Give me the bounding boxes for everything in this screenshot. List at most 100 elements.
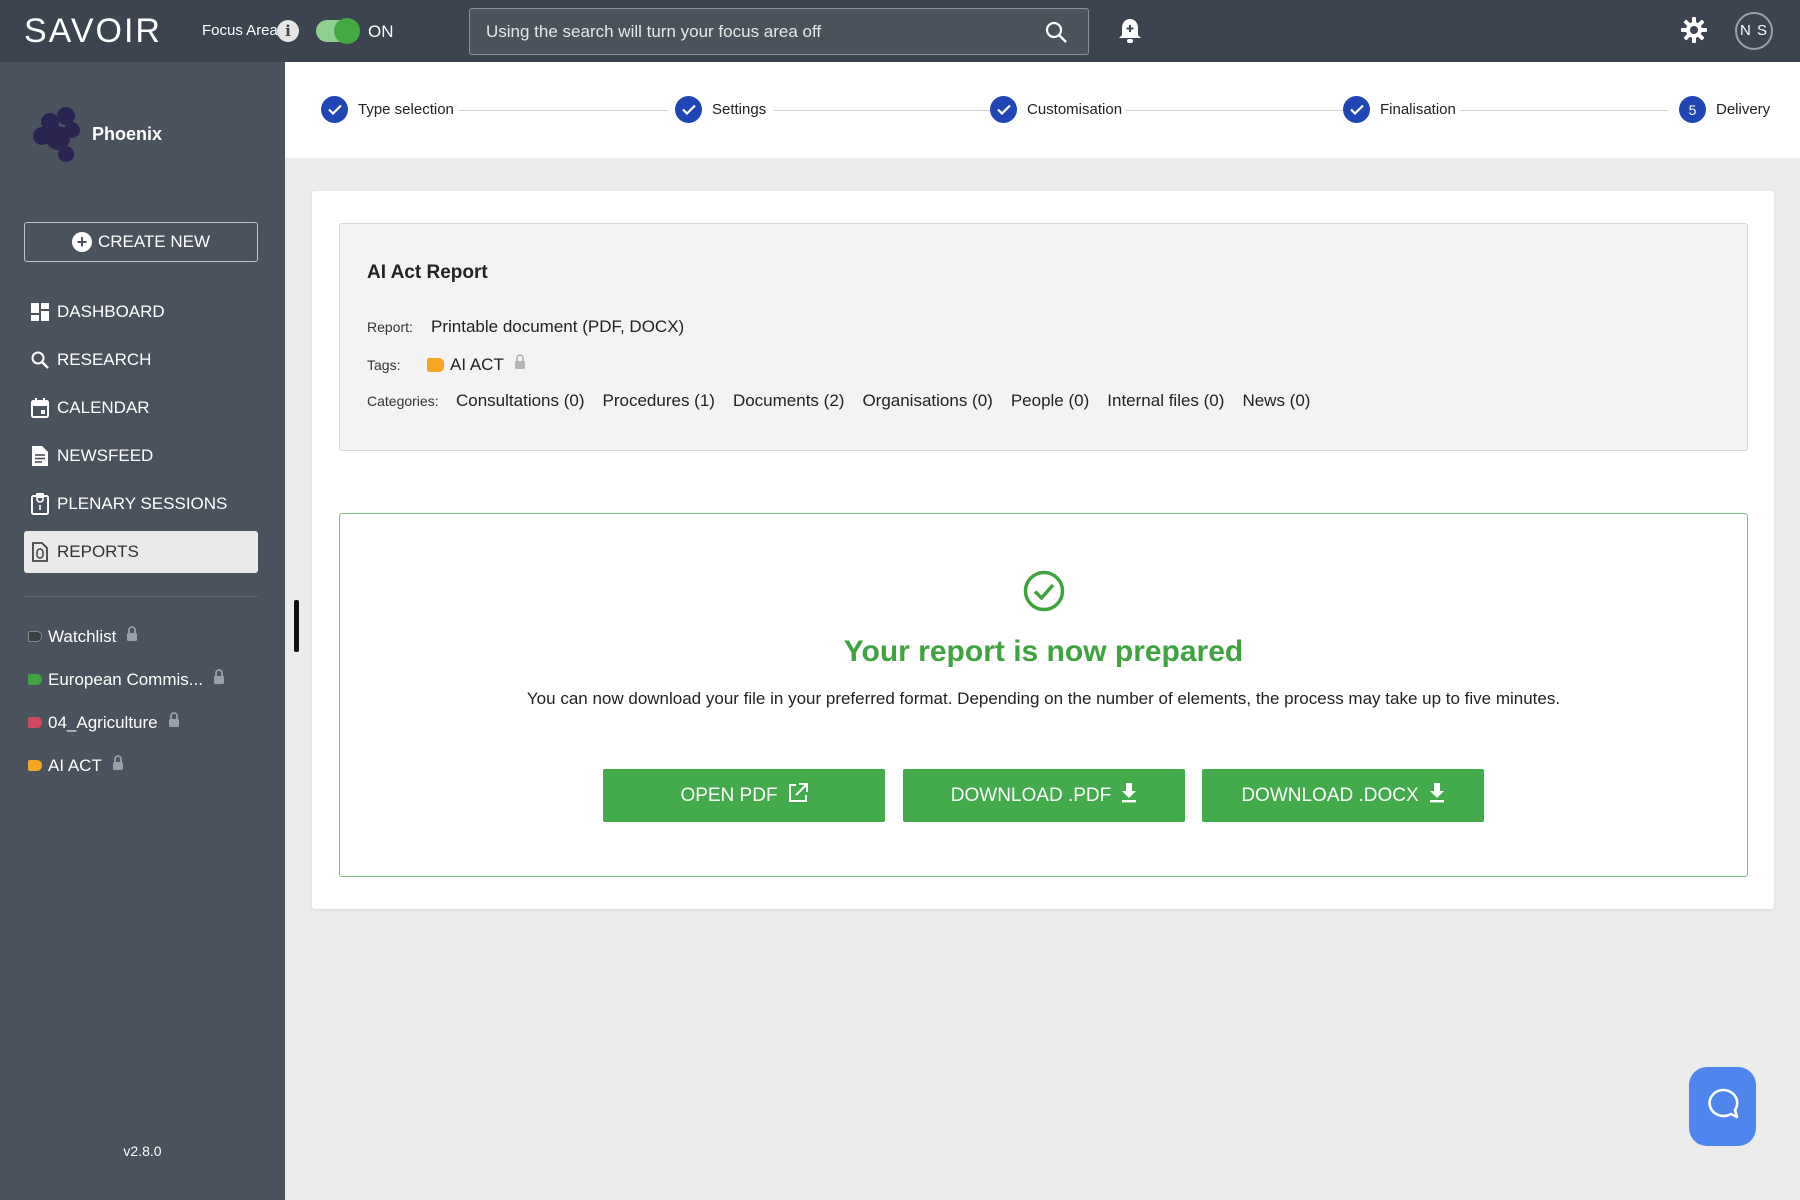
report-type-value: Printable document (PDF, DOCX) bbox=[431, 317, 685, 336]
top-bar: SAVOIR Focus Area i ON N S bbox=[0, 0, 1800, 62]
focus-area-label: Focus Area bbox=[202, 22, 278, 39]
tag-label: AI ACT bbox=[48, 755, 102, 775]
success-title: Your report is now prepared bbox=[843, 635, 1244, 668]
report-type-label: Report: bbox=[367, 319, 413, 335]
clipboard-icon bbox=[31, 493, 49, 515]
sidebar-tag-ai-act[interactable]: AI ACT bbox=[28, 744, 268, 787]
sidebar-item-label: PLENARY SESSIONS bbox=[57, 494, 228, 513]
toggle-state-label: ON bbox=[368, 22, 394, 41]
open-pdf-button[interactable]: OPEN PDF bbox=[603, 769, 885, 822]
download-docx-button[interactable]: DOWNLOAD .DOCX bbox=[1202, 769, 1484, 822]
step-label: Type selection bbox=[358, 101, 454, 118]
sidebar-item-label: CALENDAR bbox=[57, 398, 150, 417]
sidebar-item-label: NEWSFEED bbox=[57, 446, 154, 465]
user-avatar[interactable]: N S bbox=[1735, 12, 1773, 50]
sidebar-divider bbox=[24, 596, 258, 597]
step-connector bbox=[774, 110, 991, 111]
step-settings[interactable]: Settings bbox=[675, 96, 766, 123]
phoenix-logo-icon bbox=[30, 102, 84, 169]
check-icon bbox=[990, 96, 1017, 123]
report-ready-panel: Your report is now prepared You can now … bbox=[339, 513, 1748, 877]
report-card: AI Act Report Report: Printable document… bbox=[312, 191, 1774, 909]
sidebar-item-label: DASHBOARD bbox=[57, 302, 165, 321]
report-summary: AI Act Report Report: Printable document… bbox=[339, 223, 1748, 451]
newsfeed-icon bbox=[31, 446, 49, 466]
tag-chip: AI ACT bbox=[427, 354, 526, 375]
step-connector bbox=[1126, 110, 1345, 111]
step-connector bbox=[458, 110, 668, 111]
sidebar-item-research[interactable]: RESEARCH bbox=[24, 339, 258, 381]
report-type-row: Report: Printable document (PDF, DOCX) bbox=[367, 317, 684, 337]
button-label: DOWNLOAD .DOCX bbox=[1241, 784, 1419, 806]
sidebar-resize-handle[interactable] bbox=[294, 600, 299, 652]
download-icon bbox=[1429, 782, 1445, 809]
tag-icon bbox=[28, 760, 42, 771]
step-label: Delivery bbox=[1716, 101, 1771, 118]
download-pdf-button[interactable]: DOWNLOAD .PDF bbox=[903, 769, 1185, 822]
step-connector bbox=[1460, 110, 1668, 111]
search-icon bbox=[31, 350, 49, 370]
dashboard-icon bbox=[31, 302, 49, 322]
tag-label: 04_Agriculture bbox=[48, 712, 158, 732]
search-icon[interactable] bbox=[1044, 20, 1068, 49]
download-icon bbox=[1121, 782, 1137, 809]
toggle-knob bbox=[334, 18, 360, 44]
category-item: Procedures (1) bbox=[602, 391, 715, 410]
sidebar: Phoenix + CREATE NEW DASHBOARD RESEARCH … bbox=[0, 62, 285, 1200]
category-item: Documents (2) bbox=[732, 391, 845, 410]
step-finalisation[interactable]: Finalisation bbox=[1343, 96, 1456, 123]
bell-icon[interactable] bbox=[1118, 17, 1142, 50]
lock-icon bbox=[514, 354, 526, 375]
sidebar-item-dashboard[interactable]: DASHBOARD bbox=[24, 291, 258, 333]
lock-icon bbox=[213, 669, 225, 690]
gear-icon[interactable] bbox=[1680, 16, 1708, 49]
chat-bubble-icon bbox=[1706, 1087, 1740, 1126]
step-delivery[interactable]: 5 Delivery bbox=[1679, 96, 1770, 123]
step-type-selection[interactable]: Type selection bbox=[321, 96, 454, 123]
success-description: You can now download your file in your p… bbox=[526, 689, 1561, 708]
category-item: Consultations (0) bbox=[456, 391, 585, 410]
sidebar-tag-agriculture[interactable]: 04_Agriculture bbox=[28, 701, 268, 744]
app-logo[interactable]: SAVOIR bbox=[24, 13, 162, 49]
workspace-brand[interactable]: Phoenix bbox=[30, 102, 290, 172]
check-icon bbox=[321, 96, 348, 123]
lock-icon bbox=[112, 755, 124, 776]
report-title: AI Act Report bbox=[367, 262, 488, 283]
sidebar-tag-european-commission[interactable]: European Commis... bbox=[28, 658, 268, 701]
tag-label: Watchlist bbox=[48, 626, 117, 646]
app-version: v2.8.0 bbox=[123, 1143, 162, 1159]
tag-label: European Commis... bbox=[48, 669, 203, 689]
create-new-button[interactable]: + CREATE NEW bbox=[24, 222, 258, 262]
sidebar-item-newsfeed[interactable]: NEWSFEED bbox=[24, 435, 258, 477]
search-input[interactable] bbox=[486, 9, 1046, 54]
tag-icon bbox=[28, 674, 42, 685]
plus-icon: + bbox=[71, 232, 92, 252]
category-item: People (0) bbox=[1010, 391, 1090, 410]
lock-icon bbox=[126, 626, 138, 647]
tag-icon bbox=[28, 717, 42, 728]
create-new-label: CREATE NEW bbox=[97, 232, 211, 251]
calendar-icon bbox=[31, 398, 49, 418]
focus-area-toggle[interactable] bbox=[316, 18, 360, 44]
info-icon[interactable]: i bbox=[277, 20, 299, 42]
sidebar-tag-watchlist[interactable]: Watchlist bbox=[28, 615, 268, 658]
search-box[interactable] bbox=[469, 8, 1089, 55]
sidebar-item-plenary-sessions[interactable]: PLENARY SESSIONS bbox=[24, 483, 258, 525]
report-tags-label: Tags: bbox=[367, 356, 401, 373]
report-categories-label: Categories: bbox=[367, 393, 439, 409]
report-categories-row: Categories: Consultations (0) Procedures… bbox=[367, 391, 1328, 411]
success-check-icon bbox=[1023, 570, 1065, 617]
sidebar-item-reports[interactable]: REPORTS bbox=[24, 531, 258, 573]
category-item: News (0) bbox=[1242, 391, 1311, 410]
chat-support-button[interactable] bbox=[1689, 1067, 1756, 1146]
step-label: Finalisation bbox=[1380, 101, 1456, 118]
sidebar-item-calendar[interactable]: CALENDAR bbox=[24, 387, 258, 429]
sidebar-tag-list: Watchlist European Commis... 04_Agricult… bbox=[28, 615, 268, 787]
check-icon bbox=[675, 96, 702, 123]
step-customisation[interactable]: Customisation bbox=[990, 96, 1122, 123]
wizard-stepper: Type selection Settings Customisation Fi… bbox=[285, 62, 1800, 158]
button-label: DOWNLOAD .PDF bbox=[950, 784, 1112, 806]
step-label: Settings bbox=[712, 101, 767, 118]
tag-icon bbox=[28, 631, 42, 642]
step-number: 5 bbox=[1679, 96, 1706, 123]
